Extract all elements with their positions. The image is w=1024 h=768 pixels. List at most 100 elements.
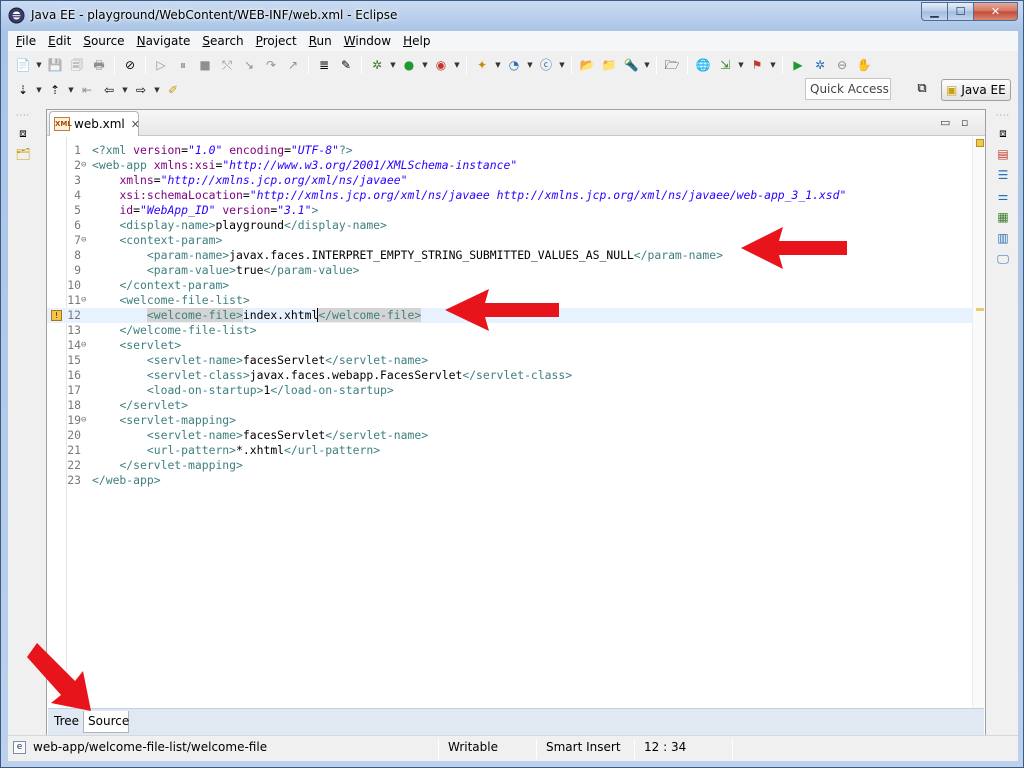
debug-icon[interactable]: ✲ (368, 56, 386, 74)
fold-toggle-icon[interactable]: ⊖ (81, 293, 90, 308)
menu-source[interactable]: Source (77, 31, 130, 51)
menu-search[interactable]: Search (196, 31, 249, 51)
tab-web-xml[interactable]: XML web.xml ✕ (49, 111, 140, 136)
fold-toggle-icon[interactable]: ⊖ (81, 158, 90, 173)
new-web-service-icon[interactable]: ⓒ (537, 56, 555, 74)
new-server-icon[interactable]: ✦ (473, 56, 491, 74)
trim-grip[interactable]: ···· (990, 111, 1016, 120)
outline-icon[interactable]: ▤ (995, 146, 1011, 162)
maximize-editor-icon[interactable]: ▫ (961, 116, 968, 129)
code-text[interactable]: <param-name>javax.faces.INTERPRET_EMPTY_… (92, 248, 723, 263)
external-tools-dropdown-icon[interactable]: ▼ (453, 56, 461, 74)
new-server-dropdown-icon[interactable]: ▼ (494, 56, 502, 74)
code-text[interactable]: <context-param> (92, 233, 222, 248)
restore-view-icon[interactable]: ⧈ (995, 125, 1011, 141)
title-bar[interactable]: Java EE - playground/WebContent/WEB-INF/… (1, 1, 1023, 31)
quick-access-input[interactable]: Quick Access (805, 78, 891, 100)
palette-icon[interactable]: ▦ (995, 209, 1011, 225)
code-text[interactable]: <servlet-class>javax.faces.webapp.FacesS… (92, 368, 572, 383)
code-line[interactable]: 1 <?xml version="1.0" encoding="UTF-8"?> (47, 143, 972, 158)
servers-icon[interactable]: ▥ (995, 230, 1011, 246)
run-on-server-icon[interactable]: ⇲ (716, 56, 734, 74)
open-task-icon[interactable]: 📁 (600, 56, 618, 74)
terminate-icon[interactable]: ■ (196, 56, 214, 74)
next-annotation-dropdown-icon[interactable]: ▼ (35, 81, 43, 99)
code-line[interactable]: 22 </servlet-mapping> (47, 458, 972, 473)
debug-server-icon[interactable]: ✲ (811, 56, 829, 74)
java-ee-perspective-button[interactable]: ▣ Java EE (941, 79, 1011, 101)
suspend-icon[interactable]: ⏸ (174, 56, 192, 74)
menu-file[interactable]: File (10, 31, 42, 51)
menu-run[interactable]: Run (303, 31, 338, 51)
save-icon[interactable]: 💾 (46, 56, 64, 74)
step-return-icon[interactable]: ↗ (284, 56, 302, 74)
warning-overview-icon[interactable] (976, 139, 984, 147)
previous-annotation-icon[interactable]: ⇡ (46, 81, 64, 99)
console-icon[interactable]: 🖵 (995, 251, 1011, 267)
back-icon[interactable]: ⇦ (100, 81, 118, 99)
new-icon[interactable]: 📄 (14, 56, 32, 74)
code-line[interactable]: 21 <url-pattern>*.xhtml</url-pattern> (47, 443, 972, 458)
run-on-server-dropdown-icon[interactable]: ▼ (737, 56, 745, 74)
project-explorer-icon[interactable]: 🗂 (15, 146, 31, 162)
start-server-icon[interactable]: ▶ (789, 56, 807, 74)
code-text[interactable]: <servlet-name>facesServlet</servlet-name… (92, 428, 428, 443)
minimize-editor-icon[interactable]: ▭ (940, 116, 950, 129)
save-all-icon[interactable]: 🗐 (68, 56, 86, 74)
trim-grip[interactable]: ···· (10, 111, 36, 120)
code-text[interactable]: xmlns="http://xmlns.jcp.org/xml/ns/javae… (92, 173, 407, 188)
format-icon[interactable]: ≣ (315, 56, 333, 74)
menu-window[interactable]: Window (338, 31, 397, 51)
profile-server-icon[interactable]: ✋ (855, 56, 873, 74)
code-text[interactable]: <welcome-file-list> (92, 293, 249, 308)
forward-dropdown-icon[interactable]: ▼ (153, 81, 161, 99)
code-line[interactable]: 20 <servlet-name>facesServlet</servlet-n… (47, 428, 972, 443)
toggle-mark-occurrences-icon[interactable]: ✎ (337, 56, 355, 74)
code-line[interactable]: 3 xmlns="http://xmlns.jcp.org/xml/ns/jav… (47, 173, 972, 188)
menu-edit[interactable]: Edit (42, 31, 77, 51)
code-text[interactable]: <servlet-name>facesServlet</servlet-name… (92, 353, 428, 368)
fold-toggle-icon[interactable]: ⊖ (81, 338, 90, 353)
code-text[interactable]: xsi:schemaLocation="http://xmlns.jcp.org… (92, 188, 846, 203)
publish-dropdown-icon[interactable]: ▼ (769, 56, 777, 74)
close-window-button[interactable]: ✕ (974, 2, 1018, 21)
code-text[interactable]: <load-on-startup>1</load-on-startup> (92, 383, 394, 398)
code-line[interactable]: 2 ⊖ <web-app xmlns:xsi="http://www.w3.org/… (47, 158, 972, 173)
minimize-window-button[interactable]: ▁ (921, 2, 948, 21)
disconnect-icon[interactable]: ⤲ (218, 56, 236, 74)
restore-view-icon[interactable]: ⧈ (15, 125, 31, 141)
code-text[interactable]: </welcome-file-list> (92, 323, 256, 338)
menu-help[interactable]: Help (397, 31, 436, 51)
task-list-icon[interactable]: ☰ (995, 167, 1011, 183)
web-browser-icon[interactable]: 🌐 (694, 56, 712, 74)
code-text[interactable]: <welcome-file>index.xhtml</welcome-file> (92, 308, 422, 323)
open-type-icon[interactable]: 📂 (578, 56, 596, 74)
new-java-class-icon[interactable]: ◔ (505, 56, 523, 74)
step-over-icon[interactable]: ↷ (262, 56, 280, 74)
fold-toggle-icon[interactable]: ⊖ (81, 233, 90, 248)
code-line[interactable]: 23 </web-app> (47, 473, 972, 488)
tab-source[interactable]: Source (83, 711, 129, 733)
last-edit-location-icon[interactable]: ⇤ (78, 81, 96, 99)
code-line[interactable]: 16 <servlet-class>javax.faces.webapp.Fac… (47, 368, 972, 383)
code-line[interactable]: 18 </servlet> (47, 398, 972, 413)
print-icon[interactable]: 🖶 (90, 56, 108, 74)
code-text[interactable]: <servlet> (92, 338, 181, 353)
code-text[interactable]: <url-pattern>*.xhtml</url-pattern> (92, 443, 380, 458)
code-text[interactable]: </context-param> (92, 278, 229, 293)
code-text[interactable]: <display-name>playground</display-name> (92, 218, 386, 233)
fold-toggle-icon[interactable]: ⊖ (81, 413, 90, 428)
code-line[interactable]: 19 ⊖ <servlet-mapping> (47, 413, 972, 428)
properties-icon[interactable]: ⚌ (995, 188, 1011, 204)
back-dropdown-icon[interactable]: ▼ (121, 81, 129, 99)
skip-breakpoints-icon[interactable]: ⊘ (121, 56, 139, 74)
menu-navigate[interactable]: Navigate (131, 31, 197, 51)
code-text[interactable]: <web-app xmlns:xsi="http://www.w3.org/20… (92, 158, 517, 173)
stop-server-icon[interactable]: ⊖ (833, 56, 851, 74)
code-line[interactable]: 17 <load-on-startup>1</load-on-startup> (47, 383, 972, 398)
occurrence-marker[interactable] (976, 308, 984, 311)
code-text[interactable]: </web-app> (92, 473, 161, 488)
open-perspective-toolbar-icon[interactable]: 🗁 (663, 56, 681, 74)
close-tab-icon[interactable]: ✕ (131, 118, 140, 131)
external-tools-icon[interactable]: ◉ (432, 56, 450, 74)
